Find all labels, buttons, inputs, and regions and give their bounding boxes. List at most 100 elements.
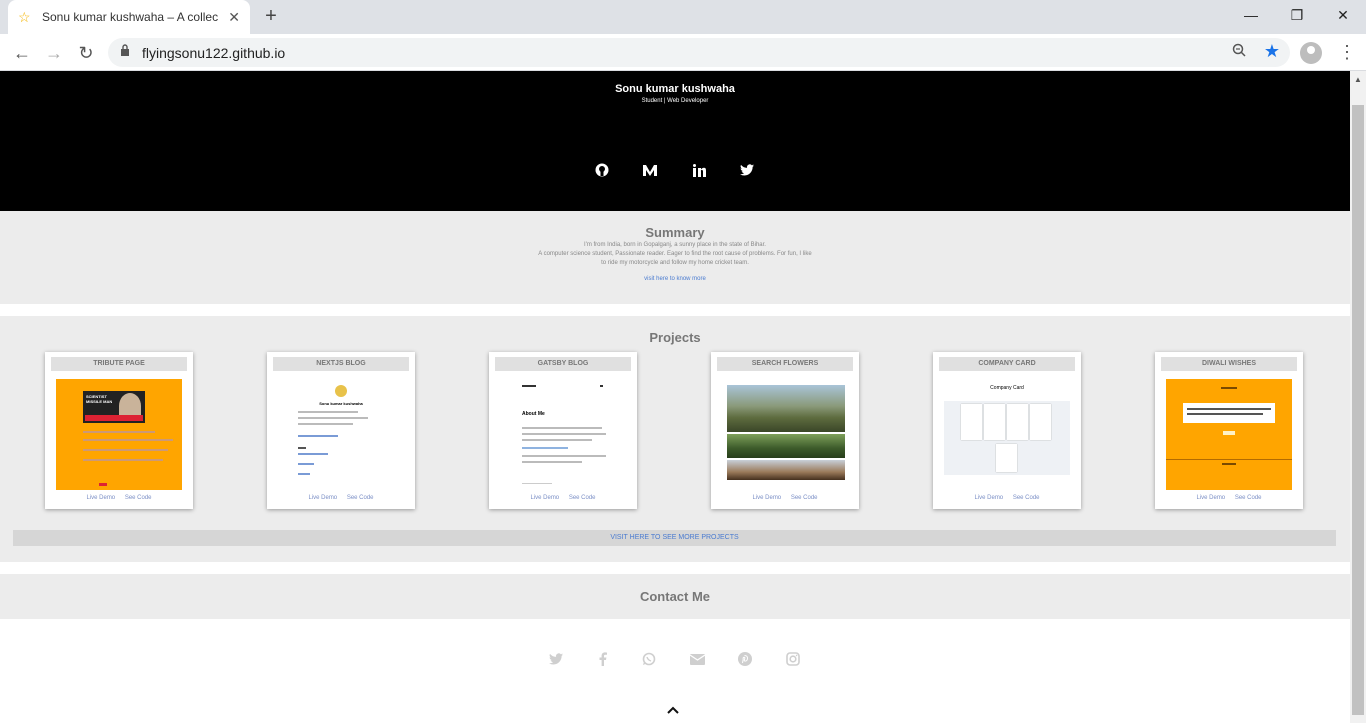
live-demo-link[interactable]: Live Demo [1196,495,1225,501]
diwali-thumbnail[interactable] [1166,379,1292,490]
nextjs-text-line [298,417,368,419]
diwali-text-line [1187,408,1271,410]
tribute-text-line [83,431,155,433]
more-projects-link[interactable]: VISIT HERE TO SEE MORE PROJECTS [13,530,1336,546]
project-card-gatsby: GATSBY BLOG About Me Live Demo See Code [489,352,637,509]
pinterest-icon[interactable] [737,651,753,667]
reload-icon[interactable]: ↻ [74,41,98,65]
window-close-icon[interactable]: ✕ [1320,0,1366,30]
tribute-text-line [83,439,173,441]
hero-header: Sonu kumar kushwaha Student | Web Develo… [0,71,1350,211]
company-tile [1030,404,1051,440]
company-card-thumbnail[interactable]: Company Card [944,379,1070,490]
star-icon: ☆ [18,8,31,25]
email-icon[interactable] [689,651,705,667]
contact-heading: Contact Me [639,589,711,604]
tribute-text-line [83,459,163,461]
gatsby-link-line [522,447,568,449]
nextjs-text-line [298,423,353,425]
forest-image [727,434,845,458]
live-demo-link[interactable]: Live Demo [530,495,559,501]
zoom-icon[interactable] [1232,43,1246,61]
nextjs-link-line [298,453,328,455]
minimize-icon[interactable]: — [1228,0,1274,30]
gatsby-text-line [522,427,602,429]
avatar-image [335,385,347,397]
nextjs-link-line [298,435,338,437]
facebook-icon[interactable] [595,651,611,667]
see-code-link[interactable]: See Code [1013,495,1040,501]
projects-heading: Projects [649,330,701,345]
browser-tab[interactable]: ☆ Sonu kumar kushwaha – A collec ✕ [8,0,250,34]
twitter-icon[interactable] [736,159,758,181]
gatsby-text-line [522,455,606,457]
card-links: Live Demo See Code [1155,495,1303,501]
live-demo-link[interactable]: Live Demo [752,495,781,501]
medium-icon[interactable] [639,159,661,181]
diwali-text-line [1187,413,1263,415]
address-bar[interactable]: flyingsonu122.github.io ★ [108,38,1290,67]
card-title: TRIBUTE PAGE [51,357,187,371]
bookmark-star-icon[interactable]: ★ [1264,41,1280,62]
scroll-to-top-icon[interactable] [667,701,679,717]
live-demo-link[interactable]: Live Demo [974,495,1003,501]
linkedin-icon[interactable] [688,159,710,181]
card-links: Live Demo See Code [45,495,193,501]
see-code-link[interactable]: See Code [125,495,152,501]
tribute-thumbnail[interactable]: SCIENTIST MISSILE MAN [56,379,182,490]
know-more-link[interactable]: visit here to know more [0,276,1350,282]
project-card-company: COMPANY CARD Company Card Live Demo See … [933,352,1081,509]
scrollbar-thumb[interactable] [1352,105,1364,715]
menu-icon[interactable]: ⋮ [1338,40,1356,64]
tab-strip: ☆ Sonu kumar kushwaha – A collec ✕ + — ❐… [0,0,1366,34]
company-tile [996,444,1017,472]
gatsby-text-line [522,461,582,463]
scroll-up-icon[interactable]: ▲ [1354,75,1362,84]
mountain-image [727,385,845,432]
live-demo-link[interactable]: Live Demo [308,495,337,501]
site-title: Sonu kumar kushwaha [615,83,735,95]
card-links: Live Demo See Code [267,495,415,501]
gatsby-thumbnail[interactable]: About Me [500,379,626,490]
card-links: Live Demo See Code [489,495,637,501]
profile-icon[interactable] [1300,42,1322,64]
instagram-icon[interactable] [785,651,801,667]
nextjs-text-line [298,411,358,413]
gatsby-site-name [522,385,536,387]
card-title: NEXTJS BLOG [273,357,409,371]
see-code-link[interactable]: See Code [1235,495,1262,501]
summary-section: Summary I'm from India, born in Gopalgan… [0,211,1350,304]
tribute-link-chip [99,483,107,486]
valley-image [727,460,845,480]
diwali-footer-line [1222,463,1236,465]
whatsapp-icon[interactable] [641,651,657,667]
contact-section: Contact Me [0,574,1350,619]
see-code-link[interactable]: See Code [347,495,374,501]
project-card-diwali: DIWALI WISHES Live Demo See Code [1155,352,1303,509]
card-title: DIWALI WISHES [1161,357,1297,371]
search-flowers-thumbnail[interactable] [722,379,848,490]
forward-icon[interactable]: → [42,41,66,65]
page-scrollbar[interactable]: ▲ [1350,71,1366,723]
see-code-link[interactable]: See Code [791,495,818,501]
gatsby-footer-line [522,483,552,484]
nextjs-name: Sonu kumar kushwaha [319,401,363,406]
gatsby-nav-mark [600,385,603,387]
nextjs-thumbnail[interactable]: Sonu kumar kushwaha [278,379,404,490]
nextjs-link-line [298,473,310,475]
close-icon[interactable]: ✕ [228,9,240,26]
diwali-heading-line [1221,387,1237,389]
see-code-link[interactable]: See Code [569,495,596,501]
live-demo-link[interactable]: Live Demo [86,495,115,501]
back-icon[interactable]: ← [10,41,34,65]
restore-icon[interactable]: ❐ [1274,0,1320,30]
card-links: Live Demo See Code [711,495,859,501]
twitter-icon[interactable] [548,651,564,667]
diwali-message-box [1183,403,1275,423]
diwali-divider [1166,459,1292,460]
summary-line-1: I'm from India, born in Gopalganj, a sun… [584,242,766,248]
card-title: SEARCH FLOWERS [717,357,853,371]
github-icon[interactable] [591,159,613,181]
url-text[interactable]: flyingsonu122.github.io [142,45,285,61]
new-tab-icon[interactable]: + [260,5,282,27]
